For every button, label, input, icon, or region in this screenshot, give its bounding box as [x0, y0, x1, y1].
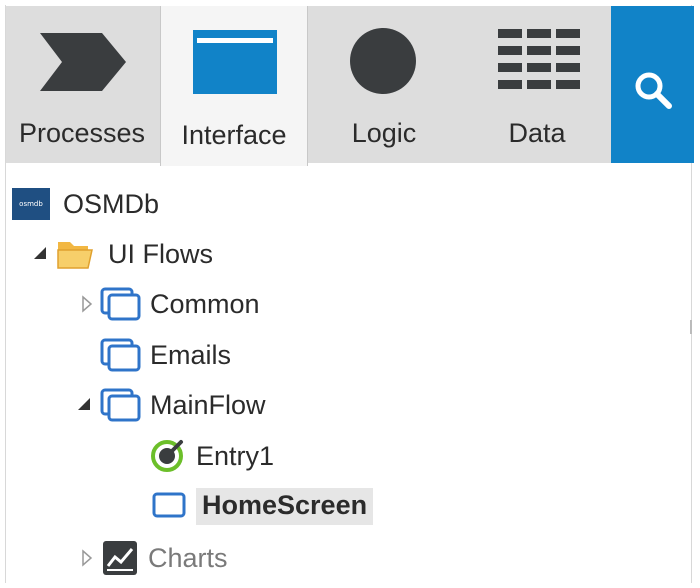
chart-icon	[103, 541, 137, 575]
tree-node-label: Charts	[148, 542, 228, 573]
tree-node-common[interactable]: Common	[80, 282, 260, 326]
search-button[interactable]	[611, 6, 694, 163]
tree-node-homescreen[interactable]: HomeScreen	[152, 484, 374, 528]
module-badge-icon: osmdb	[12, 188, 50, 220]
expanded-arrow-icon[interactable]	[32, 244, 50, 264]
tree-node-label: Entry1	[196, 440, 275, 471]
expanded-arrow-icon[interactable]	[76, 395, 94, 415]
tab-data-label: Data	[508, 118, 566, 148]
tab-processes-label: Processes	[18, 118, 146, 148]
window-icon	[193, 30, 277, 94]
entry-icon	[151, 440, 183, 472]
process-chevron-icon	[40, 33, 126, 91]
module-badge-text: osmdb	[19, 200, 43, 208]
tree-node-label: MainFlow	[150, 389, 266, 420]
tab-logic-label: Logic	[351, 118, 417, 148]
screen-icon	[152, 492, 186, 518]
flow-icon	[100, 388, 141, 422]
tab-interface[interactable]: Interface	[160, 6, 308, 166]
tree-node-label-selected: HomeScreen	[196, 487, 374, 525]
tab-bar: Processes Interface Logic Data	[6, 6, 694, 166]
search-icon	[635, 72, 672, 109]
collapsed-arrow-icon[interactable]	[80, 548, 94, 568]
scrollbar[interactable]	[690, 320, 692, 334]
tab-logic[interactable]: Logic	[308, 6, 460, 163]
grid-icon	[498, 29, 580, 89]
tree-node-label: Emails	[150, 339, 232, 370]
tab-processes[interactable]: Processes	[6, 6, 158, 163]
tree-node-entry1[interactable]: Entry1	[150, 434, 274, 478]
collapsed-arrow-icon[interactable]	[80, 294, 94, 314]
folder-open-icon	[57, 242, 93, 269]
tree-node-label: OSMDb	[63, 188, 160, 219]
flow-icon	[100, 338, 141, 372]
tree-node-mainflow[interactable]: MainFlow	[76, 383, 266, 427]
tree-node-label: Common	[150, 288, 260, 319]
flow-icon	[100, 287, 141, 321]
tree-node-charts[interactable]: Charts	[80, 536, 228, 580]
tab-interface-label: Interface	[181, 120, 287, 150]
tree-node-root[interactable]: osmdb OSMDb	[12, 182, 159, 226]
circle-icon	[350, 28, 416, 94]
tree-node-ui-flows[interactable]: UI Flows	[32, 232, 213, 276]
tab-data[interactable]: Data	[461, 6, 613, 163]
tree-node-label: UI Flows	[108, 238, 214, 269]
tree-node-emails[interactable]: Emails	[100, 333, 231, 377]
